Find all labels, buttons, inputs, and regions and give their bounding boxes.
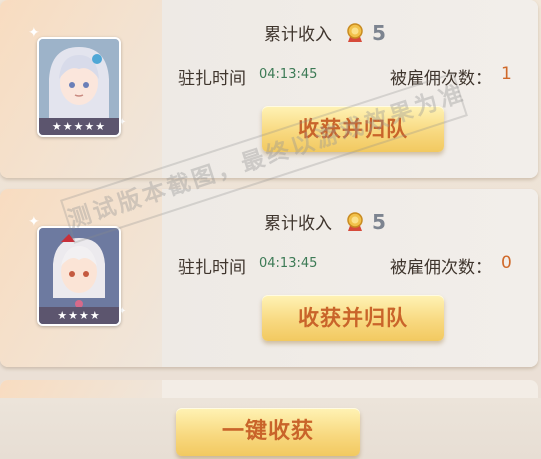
income-value: 5: [372, 209, 386, 234]
income-label: 累计收入: [264, 214, 332, 234]
hired-unit-card: ✦ ✦ ★★★★ 累计收入 5 驻扎时间 04:13:45 被雇佣次数： 0 收…: [0, 189, 538, 367]
star-rating: ★★★★★: [39, 118, 119, 135]
collect-and-return-button[interactable]: 收获并归队: [262, 295, 444, 341]
star-rating: ★★★★: [39, 307, 119, 324]
character-portrait[interactable]: ★★★★: [37, 226, 121, 326]
income-row: 累计收入 5: [264, 209, 386, 235]
income-label: 累计收入: [264, 25, 332, 45]
station-time-label: 驻扎时间: [178, 69, 246, 89]
income-value: 5: [372, 20, 386, 45]
hire-count-label: 被雇佣次数：: [390, 69, 492, 89]
hire-count-value: 1: [501, 64, 512, 84]
gold-medal-icon: [347, 22, 363, 42]
hire-count-label: 被雇佣次数：: [390, 258, 492, 278]
hired-unit-card: ✦ ✦ ★★★★★ 累计收入 5 驻扎时间 04:13:45 被雇佣次数： 1 …: [0, 0, 538, 178]
station-time-value: 04:13:45: [259, 67, 318, 82]
gold-medal-icon: [347, 211, 363, 231]
income-row: 累计收入 5: [264, 20, 386, 46]
character-portrait[interactable]: ★★★★★: [37, 37, 121, 137]
station-time-value: 04:13:45: [259, 256, 318, 271]
collect-and-return-button[interactable]: 收获并归队: [262, 106, 444, 152]
hire-count-value: 0: [501, 253, 512, 273]
station-time-label: 驻扎时间: [178, 258, 246, 278]
collect-all-button[interactable]: 一键收获: [176, 408, 360, 456]
